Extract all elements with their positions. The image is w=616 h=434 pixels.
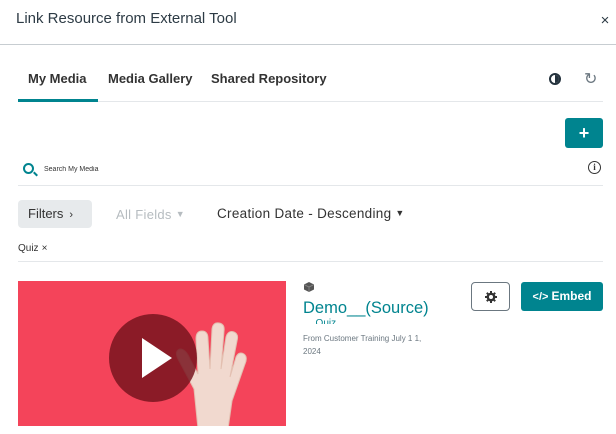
- dialog-title: Link Resource from External Tool: [16, 10, 237, 27]
- entry-title-continuation[interactable]: _Quiz: [310, 316, 336, 324]
- remove-tag-icon[interactable]: ×: [42, 243, 48, 254]
- embed-button[interactable]: </> Embed: [521, 282, 603, 311]
- chevron-down-icon: ▼: [395, 208, 405, 218]
- link-resource-dialog: Link Resource from External Tool × My Me…: [0, 0, 616, 434]
- code-icon: </>: [532, 291, 549, 303]
- filter-tag-label: Quiz: [18, 243, 39, 254]
- search-icon: [23, 163, 34, 174]
- settings-button[interactable]: [471, 282, 510, 311]
- gear-icon: [485, 291, 497, 303]
- embed-label: Embed: [551, 289, 592, 303]
- dialog-header: Link Resource from External Tool ×: [0, 0, 616, 45]
- tab-my-media[interactable]: My Media: [28, 71, 87, 86]
- sort-dropdown[interactable]: Creation Date - Descending ▼: [217, 206, 405, 221]
- add-new-button[interactable]: +: [565, 118, 603, 148]
- search-bar: i: [18, 154, 603, 186]
- fields-dropdown-label: All Fields: [116, 207, 172, 222]
- divider: [18, 261, 603, 262]
- filters-button[interactable]: Filters ›: [18, 200, 92, 228]
- media-thumbnail[interactable]: [18, 281, 286, 426]
- filters-label: Filters: [28, 206, 64, 221]
- play-icon[interactable]: [142, 338, 172, 378]
- tab-media-gallery[interactable]: Media Gallery: [108, 71, 193, 86]
- refresh-icon[interactable]: ↻: [584, 69, 597, 89]
- close-icon[interactable]: ×: [598, 12, 612, 29]
- tab-shared-repository[interactable]: Shared Repository: [211, 71, 327, 86]
- chevron-down-icon: ▼: [175, 209, 185, 219]
- filter-tag-quiz[interactable]: Quiz ×: [18, 243, 47, 254]
- active-tab-indicator: [18, 99, 98, 102]
- search-input[interactable]: [44, 162, 444, 176]
- chevron-right-icon: ›: [69, 209, 74, 221]
- contrast-icon[interactable]: [549, 73, 561, 85]
- entry-meta: From Customer Training July 1 1, 2024: [303, 334, 422, 356]
- fields-dropdown[interactable]: All Fields ▼: [116, 207, 185, 222]
- quiz-type-icon: [304, 282, 314, 292]
- sort-dropdown-label: Creation Date - Descending: [217, 206, 392, 221]
- info-icon[interactable]: i: [588, 161, 601, 174]
- media-tabs: My Media Media Gallery Shared Repository…: [18, 60, 603, 102]
